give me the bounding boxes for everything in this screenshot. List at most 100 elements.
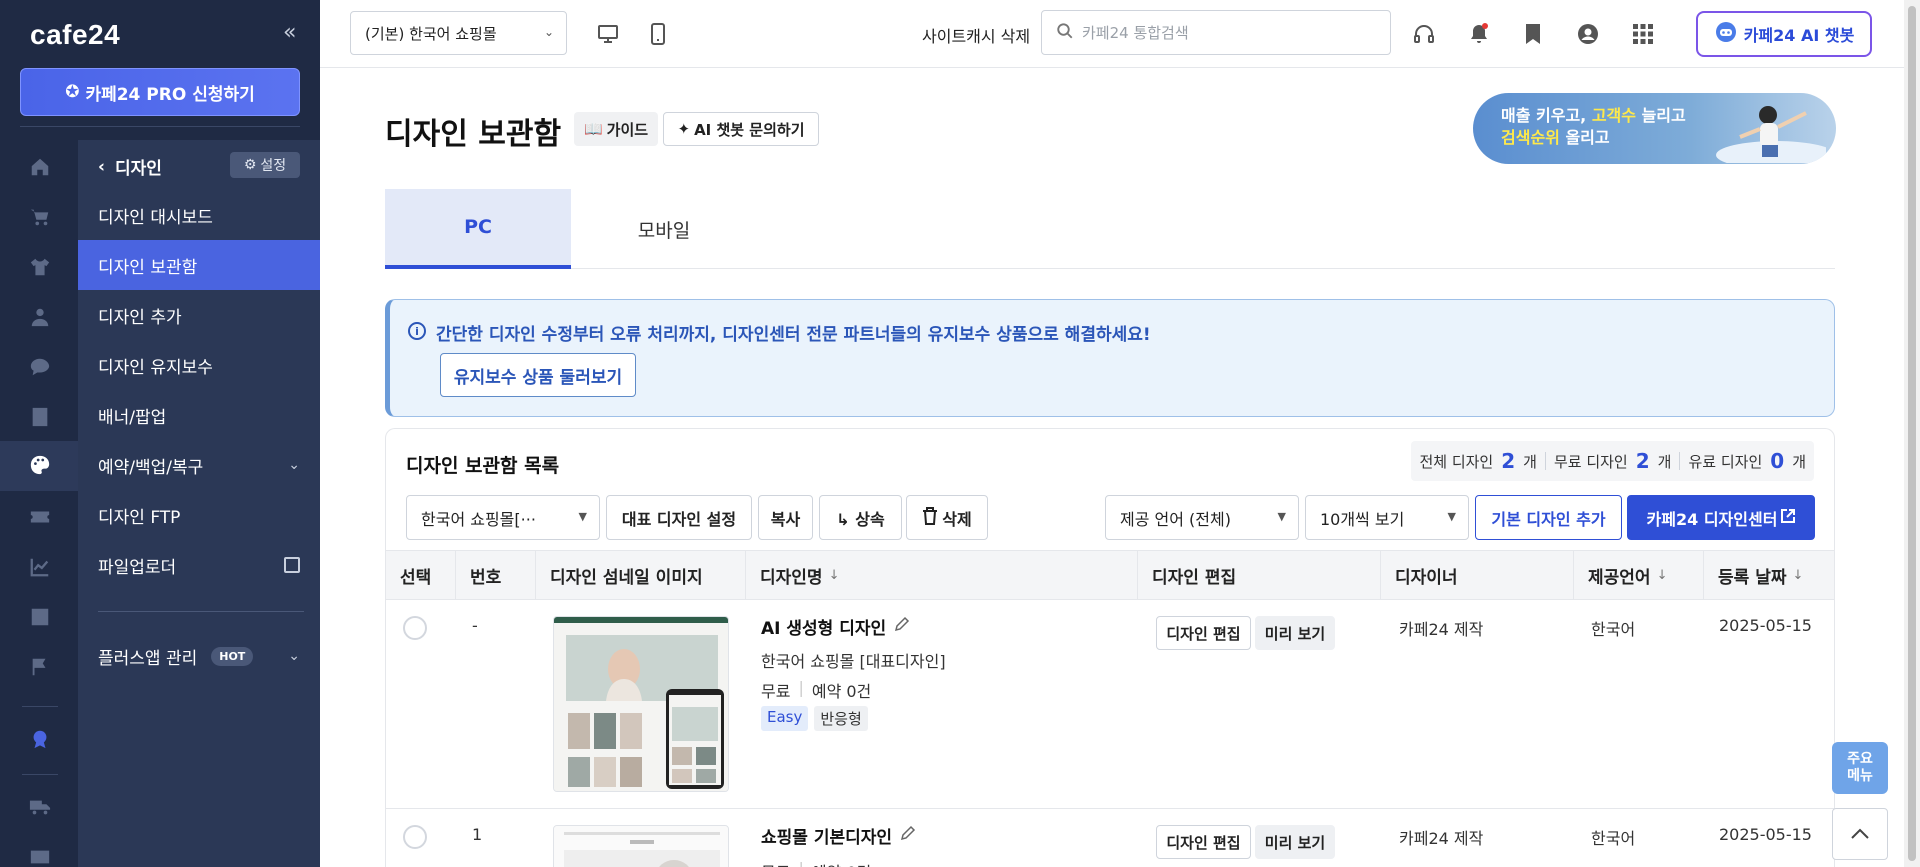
desktop-icon[interactable]: [596, 22, 620, 46]
divider: [22, 774, 58, 775]
account-icon[interactable]: [1576, 22, 1600, 46]
sidebar-item-design-add[interactable]: 디자인 추가: [78, 290, 320, 340]
language-filter-select[interactable]: 제공 언어 (전체) ▼: [1105, 495, 1299, 540]
notice-text: 간단한 디자인 수정부터 오류 처리까지, 디자인센터 전문 파트너들의 유지보…: [436, 325, 1151, 345]
coupon-icon[interactable]: [29, 506, 51, 528]
sidebar-item-design-ftp[interactable]: 디자인 FTP: [78, 490, 320, 540]
add-basic-design-button[interactable]: 기본 디자인 추가: [1475, 495, 1622, 540]
shop-filter-select[interactable]: 한국어 쇼핑몰[··· ▼: [406, 495, 600, 540]
delete-button[interactable]: 삭제: [906, 495, 988, 540]
row-number: -: [472, 616, 478, 635]
video-icon[interactable]: [29, 846, 51, 867]
col-language[interactable]: 제공언어 ↓: [1574, 551, 1704, 599]
palette-icon[interactable]: [29, 454, 51, 476]
sidebar-item-design-storage[interactable]: 디자인 보관함: [78, 240, 320, 290]
board-icon[interactable]: [29, 406, 51, 428]
sidebar-item-reserve-backup[interactable]: 예약/백업/복구 ⌄: [78, 440, 320, 490]
preview-button[interactable]: 미리 보기: [1255, 616, 1335, 650]
person-icon[interactable]: [29, 306, 51, 328]
cafe24-logo[interactable]: cafe24: [30, 19, 120, 51]
headset-icon[interactable]: [1412, 22, 1436, 46]
col-select: 선택: [386, 551, 456, 599]
scroll-top-button[interactable]: [1832, 808, 1888, 860]
search-box[interactable]: [1041, 10, 1391, 55]
truck-icon[interactable]: [29, 796, 51, 818]
chart-bar-icon[interactable]: [29, 606, 51, 628]
chart-line-icon[interactable]: [29, 556, 51, 578]
per-page-select[interactable]: 10개씩 보기 ▼: [1305, 495, 1469, 540]
tab-pc[interactable]: PC: [385, 189, 571, 269]
bell-icon[interactable]: [1467, 22, 1491, 46]
inherit-button[interactable]: ↳ 상속: [819, 495, 902, 540]
sidebar-collapse-icon[interactable]: «: [283, 22, 296, 44]
paid-count: 0: [1770, 449, 1785, 473]
flag-icon[interactable]: [29, 656, 51, 678]
design-thumbnail[interactable]: [553, 825, 729, 867]
chevron-up-icon: [1850, 825, 1870, 844]
design-name[interactable]: AI 생성형 디자인: [761, 614, 910, 639]
home-icon[interactable]: [29, 156, 51, 178]
design-thumbnail[interactable]: [553, 616, 729, 792]
designer: 카페24 제작: [1399, 829, 1484, 848]
submenu-back[interactable]: ‹ 디자인: [98, 154, 162, 180]
set-main-design-button[interactable]: 대표 디자인 설정: [606, 495, 752, 540]
cart-icon[interactable]: [29, 206, 51, 228]
main-menu-float-button[interactable]: 주요 메뉴: [1832, 742, 1888, 794]
caret-down-icon: ▼: [1277, 510, 1286, 523]
language: 한국어: [1591, 620, 1636, 639]
row-number: 1: [472, 825, 483, 844]
tab-mobile[interactable]: 모바일: [571, 189, 757, 269]
browse-maintenance-button[interactable]: 유지보수 상품 둘러보기: [440, 353, 636, 397]
scrollbar-thumb[interactable]: [1908, 6, 1916, 861]
site-cache-delete-link[interactable]: 사이트캐시 삭제: [922, 23, 1030, 47]
search-input[interactable]: [1082, 23, 1372, 42]
table-header: 선택 번호 디자인 섬네일 이미지 디자인명 ↓ 디자인 편집 디자이너 제공언어…: [386, 550, 1834, 600]
pencil-icon[interactable]: [900, 825, 916, 846]
col-date[interactable]: 등록 날짜 ↓: [1704, 551, 1834, 599]
chat-icon[interactable]: [29, 356, 51, 378]
badge-icon[interactable]: [29, 728, 51, 750]
list-title: 디자인 보관함 목록: [406, 455, 560, 477]
sidebar-item-design-maintenance[interactable]: 디자인 유지보수: [78, 340, 320, 390]
reg-date: 2025-05-15: [1719, 616, 1812, 635]
design-edit-button[interactable]: 디자인 편집: [1156, 825, 1251, 859]
apps-grid-icon[interactable]: [1631, 22, 1655, 46]
col-design-name[interactable]: 디자인명 ↓: [746, 551, 1138, 599]
shop-select[interactable]: (기본) 한국어 쇼핑몰 ⌄: [350, 11, 567, 55]
sidebar-item-design-dashboard[interactable]: 디자인 대시보드: [78, 190, 320, 240]
hot-badge: HOT: [211, 646, 254, 666]
external-link-icon: [1781, 508, 1796, 527]
pencil-icon[interactable]: [894, 616, 910, 637]
design-center-button[interactable]: 카페24 디자인센터: [1627, 495, 1815, 540]
design-name[interactable]: 쇼핑몰 기본디자인: [761, 823, 916, 848]
sidebar-item-banner-popup[interactable]: 배너/팝업: [78, 390, 320, 440]
pro-apply-button[interactable]: ✪ 카페24 PRO 신청하기: [20, 68, 300, 116]
shirt-icon[interactable]: [29, 256, 51, 278]
design-submenu: ‹ 디자인 ⚙ 설정 디자인 대시보드 디자인 보관함 디자인 추가 디자인 유…: [78, 140, 320, 867]
copy-button[interactable]: 복사: [758, 495, 813, 540]
designer: 카페24 제작: [1399, 620, 1484, 639]
mobile-icon[interactable]: [646, 22, 670, 46]
sort-arrow-icon: ↓: [1656, 567, 1668, 583]
row-select-radio[interactable]: [403, 616, 427, 640]
topbar: (기본) 한국어 쇼핑몰 ⌄ 사이트캐시 삭제 카페24 AI 챗봇: [320, 0, 1920, 68]
bookmark-icon[interactable]: [1521, 22, 1545, 46]
settings-button[interactable]: ⚙ 설정: [230, 152, 300, 178]
ai-chatbot-inquiry-button[interactable]: ✦ AI 챗봇 문의하기: [663, 112, 819, 146]
preview-button[interactable]: 미리 보기: [1255, 825, 1335, 859]
sidebar-item-plus-app[interactable]: 플러스앱 관리 HOT ⌄: [78, 631, 320, 681]
language: 한국어: [1591, 829, 1636, 848]
sidebar-item-file-uploader[interactable]: 파일업로더: [78, 540, 320, 590]
ai-chatbot-button[interactable]: 카페24 AI 챗봇: [1696, 11, 1872, 57]
tag-easy: Easy: [761, 706, 809, 731]
info-icon: i: [408, 322, 426, 340]
sort-arrow-icon: ↓: [1792, 567, 1804, 583]
promo-banner[interactable]: 매출 키우고, 고객수 늘리고 검색순위 올리고: [1473, 93, 1836, 164]
table-row: 1 쇼핑몰 기본디자인 무료 | 예약 0건 디자인 편집 미리 보기 카페24…: [386, 809, 1834, 867]
table-row: - AI 생성형 디자인 한국어 쇼핑몰 [대표디자인] 무료 | 예약 0건 …: [386, 600, 1834, 809]
design-edit-button[interactable]: 디자인 편집: [1156, 616, 1251, 650]
guide-button[interactable]: 📖 가이드: [574, 112, 658, 146]
page-scrollbar[interactable]: [1904, 0, 1920, 867]
row-select-radio[interactable]: [403, 825, 427, 849]
reg-date: 2025-05-15: [1719, 825, 1812, 844]
